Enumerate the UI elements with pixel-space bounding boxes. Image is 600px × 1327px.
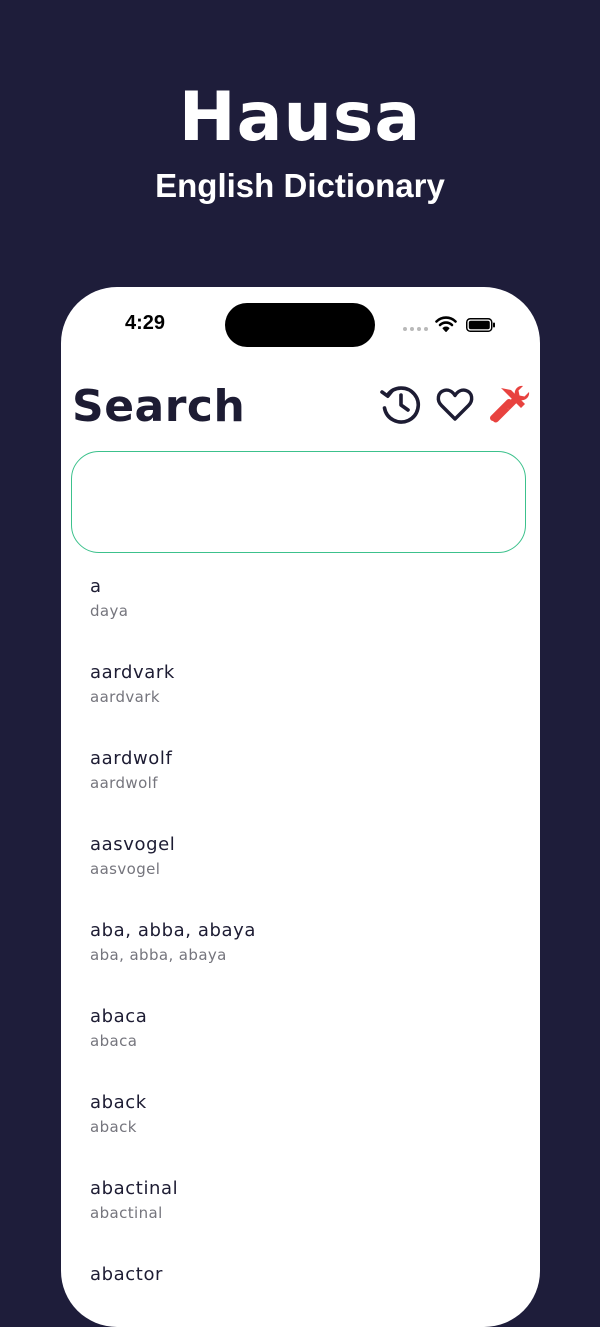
list-item[interactable]: aback aback xyxy=(61,1081,540,1167)
dynamic-island xyxy=(225,303,375,347)
promo-subtitle: English Dictionary xyxy=(155,167,445,204)
list-item[interactable]: abactinal abactinal xyxy=(61,1167,540,1253)
list-item[interactable]: a daya xyxy=(61,565,540,651)
entry-translation: aasvogel xyxy=(90,860,161,878)
entry-word: aardvark xyxy=(90,662,175,683)
entry-word: aardwolf xyxy=(90,748,173,769)
history-icon[interactable] xyxy=(379,382,423,426)
list-item[interactable]: aasvogel aasvogel xyxy=(61,823,540,909)
entry-translation: abactinal xyxy=(90,1204,163,1222)
entry-translation: aba, abba, abaya xyxy=(90,946,227,964)
results-list: a daya aardvark aardvark aardwolf aardwo… xyxy=(61,565,540,1327)
wifi-icon xyxy=(435,316,457,332)
tools-icon[interactable] xyxy=(487,382,531,426)
list-item[interactable]: aardwolf aardwolf xyxy=(61,737,540,823)
list-item[interactable]: abaca abaca xyxy=(61,995,540,1081)
entry-translation: aback xyxy=(90,1118,137,1136)
entry-word: aasvogel xyxy=(90,834,176,855)
list-item[interactable]: aardvark aardvark xyxy=(61,651,540,737)
entry-translation: daya xyxy=(90,602,129,620)
promo-title: Hausa xyxy=(178,78,422,157)
page-title: Search xyxy=(72,381,246,432)
list-item[interactable]: aba, abba, abaya aba, abba, abaya xyxy=(61,909,540,995)
entry-word: abactor xyxy=(90,1264,164,1285)
entry-word: abaca xyxy=(90,1006,148,1027)
entry-translation: aardvark xyxy=(90,688,160,706)
entry-word: aba, abba, abaya xyxy=(90,920,257,941)
entry-translation: abaca xyxy=(90,1032,138,1050)
list-item[interactable]: abactor xyxy=(61,1253,540,1327)
status-time: 4:29 xyxy=(125,312,166,334)
entry-word: aback xyxy=(90,1092,147,1113)
phone-screen: 4:29 Search a daya aardvark aardvark aar… xyxy=(61,287,540,1327)
entry-word: abactinal xyxy=(90,1178,179,1199)
battery-icon xyxy=(466,318,495,332)
search-input[interactable] xyxy=(71,451,526,553)
cellular-signal-icon xyxy=(403,327,428,331)
heart-icon[interactable] xyxy=(433,382,477,426)
entry-word: a xyxy=(90,576,102,597)
entry-translation: aardwolf xyxy=(90,774,158,792)
